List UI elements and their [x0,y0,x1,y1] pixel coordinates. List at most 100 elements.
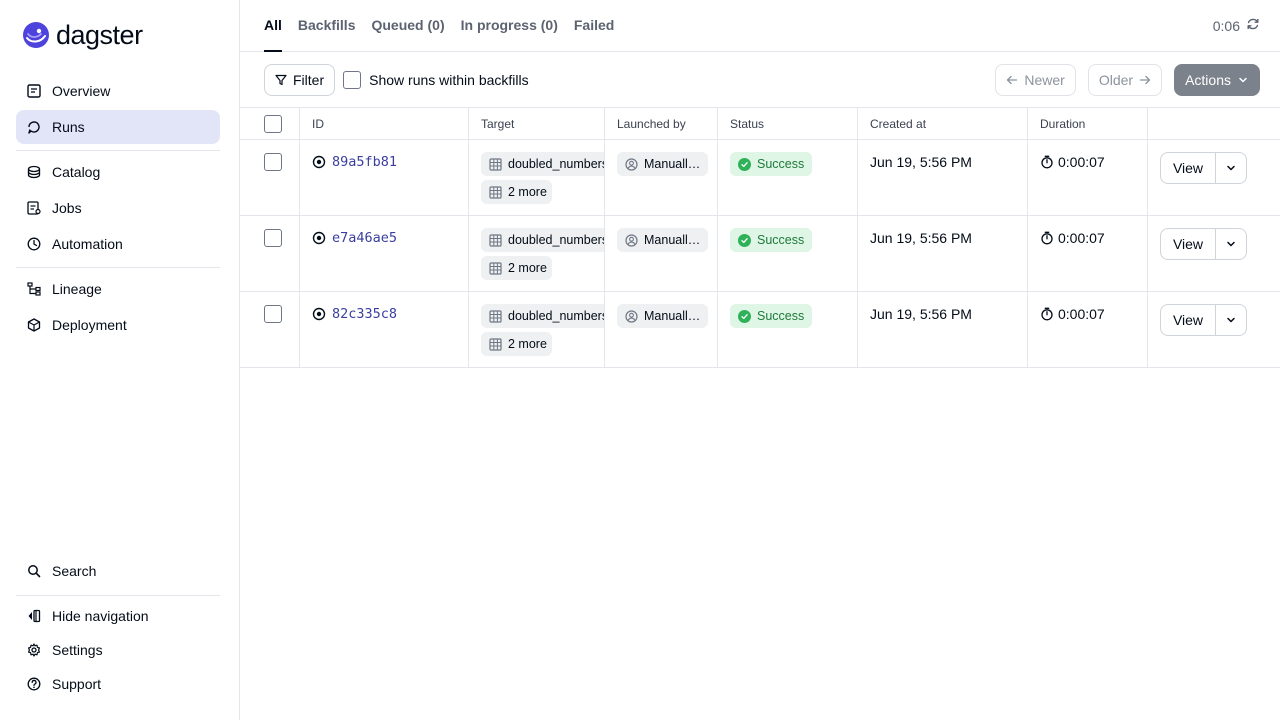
tab-in-progress[interactable]: In progress (0) [461,0,558,51]
target-more-tag[interactable]: 2 more [481,180,552,204]
created-at[interactable]: Jun 19, 5:56 PM [870,306,972,322]
view-button-group: View [1160,304,1247,336]
created-at-cell: Jun 19, 5:56 PM [858,140,1028,215]
duration-cell: 0:00:07 [1028,216,1148,291]
sidebar-item-support[interactable]: Support [16,668,220,700]
header-id: ID [300,108,469,139]
tab-queued[interactable]: Queued (0) [371,0,444,51]
run-id-link[interactable]: 89a5fb81 [312,154,397,170]
view-button[interactable]: View [1160,152,1216,184]
view-button[interactable]: View [1160,304,1216,336]
tab-failed[interactable]: Failed [574,0,614,51]
newer-label: Newer [1024,72,1065,88]
launched-by-cell: Manuall… [605,140,718,215]
show-runs-within-backfills[interactable]: Show runs within backfills [343,70,529,89]
target-more: 2 more [508,261,547,275]
user-icon [625,233,638,247]
run-status-dot-icon [312,231,326,245]
run-id: 82c335c8 [332,306,398,322]
header-status: Status [718,108,858,139]
created-at[interactable]: Jun 19, 5:56 PM [870,154,972,170]
sidebar-item-search[interactable]: Search [16,555,220,587]
sidebar-item-label: Hide navigation [52,608,149,624]
jobs-icon [26,200,42,216]
sidebar-item-label: Overview [52,83,111,99]
run-status-dot-icon [312,307,326,321]
sidebar-item-jobs[interactable]: Jobs [16,191,220,225]
duration-value: 0:00:07 [1058,230,1105,246]
main-content: All Backfills Queued (0) In progress (0)… [240,0,1280,720]
chevron-down-icon [1227,241,1235,247]
refresh-icon[interactable] [1246,17,1260,34]
target-asset-tag[interactable]: doubled_numbers [481,228,605,252]
sidebar-item-runs[interactable]: Runs [16,110,220,144]
header-launched-by: Launched by [605,108,718,139]
sidebar-item-catalog[interactable]: Catalog [16,155,220,189]
table-row: 82c335c8 doubled_numbers 2 more Manuall…… [240,292,1280,368]
actions-button[interactable]: Actions [1174,64,1260,96]
tab-backfills[interactable]: Backfills [298,0,356,51]
duration-cell: 0:00:07 [1028,140,1148,215]
created-at[interactable]: Jun 19, 5:56 PM [870,230,972,246]
show-runs-label: Show runs within backfills [369,71,529,88]
tab-all[interactable]: All [264,0,282,52]
table-header: ID Target Launched by Status Created at … [240,108,1280,140]
chevron-down-icon [1227,165,1235,171]
select-all-checkbox[interactable] [264,114,282,133]
launched-by-cell: Manuall… [605,216,718,291]
status-label: Success [757,309,805,323]
created-at-cell: Jun 19, 5:56 PM [858,292,1028,367]
sidebar: dagster Overview Runs Catalog Jobs Autom… [0,0,240,720]
runs-toolbar: Filter Show runs within backfills Newer … [240,52,1280,108]
target-more: 2 more [508,337,547,351]
row-menu-button[interactable] [1216,228,1247,260]
automation-icon [26,236,42,252]
sidebar-item-settings[interactable]: Settings [16,634,220,666]
run-id-link[interactable]: e7a46ae5 [312,230,397,246]
target-more-tag[interactable]: 2 more [481,332,552,356]
filter-button[interactable]: Filter [264,63,336,96]
sidebar-item-overview[interactable]: Overview [16,74,220,108]
sidebar-item-label: Support [52,676,102,692]
target-more-tag[interactable]: 2 more [481,256,552,280]
newer-button[interactable]: Newer [995,64,1076,96]
nav-group-main: Overview Runs [16,70,220,151]
show-runs-checkbox[interactable] [343,70,362,89]
brand-name: dagster [56,19,143,50]
older-label: Older [1098,72,1134,88]
sidebar-item-deployment[interactable]: Deployment [16,308,220,342]
refresh-timer: 0:06 [1212,17,1240,34]
older-button[interactable]: Older [1087,64,1163,96]
sidebar-item-label: Deployment [52,317,127,333]
filter-icon [275,74,287,85]
run-id-link[interactable]: 82c335c8 [312,306,397,322]
status-cell: Success [718,140,858,215]
target-name: doubled_numbers [508,233,605,247]
sidebar-item-label: Jobs [52,200,82,216]
row-checkbox[interactable] [264,153,282,171]
run-id: e7a46ae5 [332,230,398,246]
sidebar-item-label: Runs [52,119,85,135]
target-asset-tag[interactable]: doubled_numbers [481,152,604,176]
sidebar-item-label: Catalog [52,164,101,180]
sidebar-item-hide-navigation[interactable]: Hide navigation [16,600,220,632]
row-checkbox[interactable] [264,305,282,323]
row-checkbox[interactable] [264,229,282,247]
target-asset-tag[interactable]: doubled_numbers [481,304,604,328]
header-target: Target [469,108,605,139]
row-menu-button[interactable] [1216,304,1247,336]
chevron-down-icon [1227,317,1235,323]
row-actions-cell: View [1148,216,1280,291]
row-menu-button[interactable] [1216,152,1247,184]
table-icon [489,337,502,351]
refresh-control[interactable]: 0:06 [1213,17,1260,34]
view-button[interactable]: View [1160,228,1216,260]
view-button-group: View [1160,228,1247,260]
logo[interactable]: dagster [16,0,220,70]
created-at-cell: Jun 19, 5:56 PM [858,216,1028,291]
row-select [240,216,300,291]
duration: 0:00:07 [1040,230,1105,246]
sidebar-item-automation[interactable]: Automation [16,227,220,261]
sidebar-item-lineage[interactable]: Lineage [16,272,220,306]
sidebar-item-label: Lineage [52,281,102,297]
